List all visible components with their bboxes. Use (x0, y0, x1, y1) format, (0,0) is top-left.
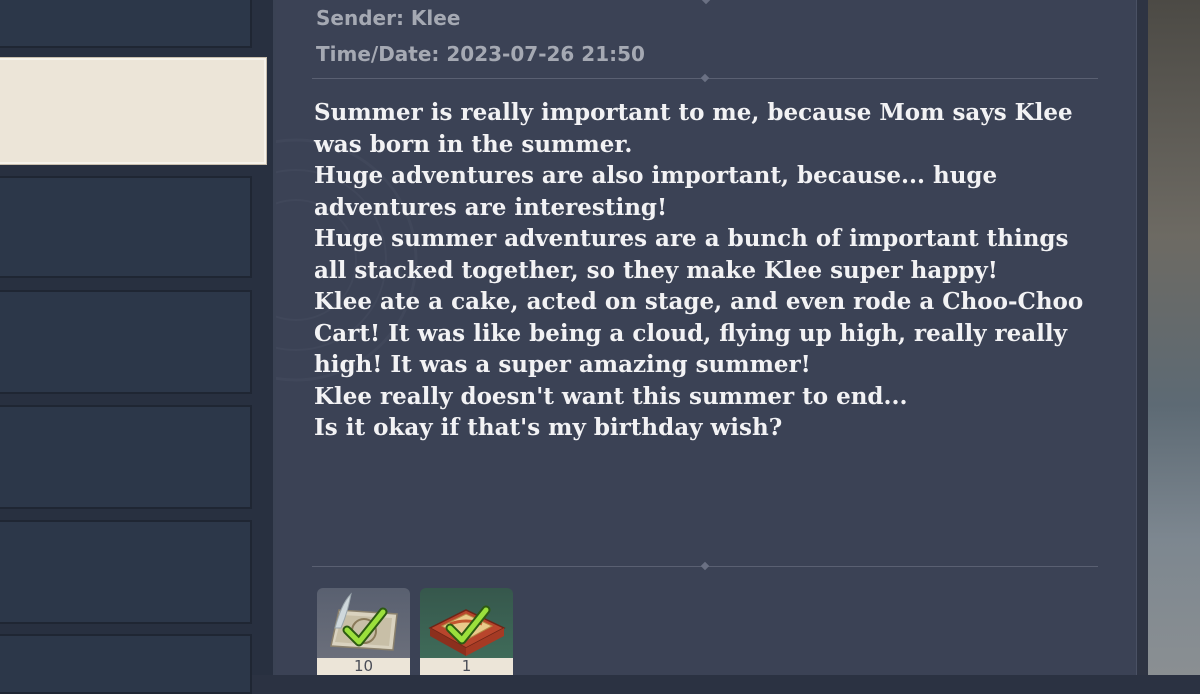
attachment-count: 1 (420, 658, 513, 675)
game-world-background (1148, 0, 1200, 675)
attachment-rarity-background (420, 588, 513, 658)
mail-body-line: adventures are interesting! (314, 193, 668, 221)
mail-list-item[interactable] (0, 290, 252, 394)
mail-list-item[interactable] (0, 634, 252, 694)
mail-list-item[interactable] (0, 405, 252, 509)
attachment-item[interactable]: 10 (317, 588, 410, 675)
mail-body-line: Is it okay if that's my birthday wish? (314, 414, 783, 441)
mail-list-item[interactable] (0, 176, 252, 278)
attachment-rarity-background (317, 588, 410, 658)
mail-list (0, 0, 276, 694)
datetime-label: Time/Date: 2023-07-26 21:50 (316, 42, 645, 66)
mail-list-item-selected[interactable] (0, 58, 266, 164)
attachment-item[interactable]: 1 (420, 588, 513, 675)
mail-body-line: Huge summer adventures are a bunch of im… (314, 225, 1069, 252)
mail-body-line: high! It was a super amazing summer! (314, 351, 811, 378)
mail-body: Summer is really important to me, becaus… (314, 97, 1114, 444)
sender-label: Sender: Klee (316, 6, 461, 30)
mail-list-item[interactable] (0, 0, 252, 48)
attachment-count: 10 (317, 658, 410, 675)
mail-body-line: was born in the summer. (314, 130, 633, 158)
cake-gift-box-icon (428, 605, 506, 656)
map-with-feather-icon (330, 592, 398, 651)
mail-body-line: Cart! It was like being a cloud, flying … (314, 319, 1067, 347)
mail-list-item[interactable] (0, 520, 252, 624)
mail-body-line: Huge adventures are also important, beca… (314, 162, 998, 189)
mail-body-line: all stacked together, so they make Klee … (314, 256, 998, 284)
mail-body-line: Summer is really important to me, becaus… (314, 99, 1073, 126)
mail-body-line: Klee ate a cake, acted on stage, and eve… (314, 288, 1084, 315)
mail-body-line: Klee really doesn't want this summer to … (314, 382, 908, 410)
